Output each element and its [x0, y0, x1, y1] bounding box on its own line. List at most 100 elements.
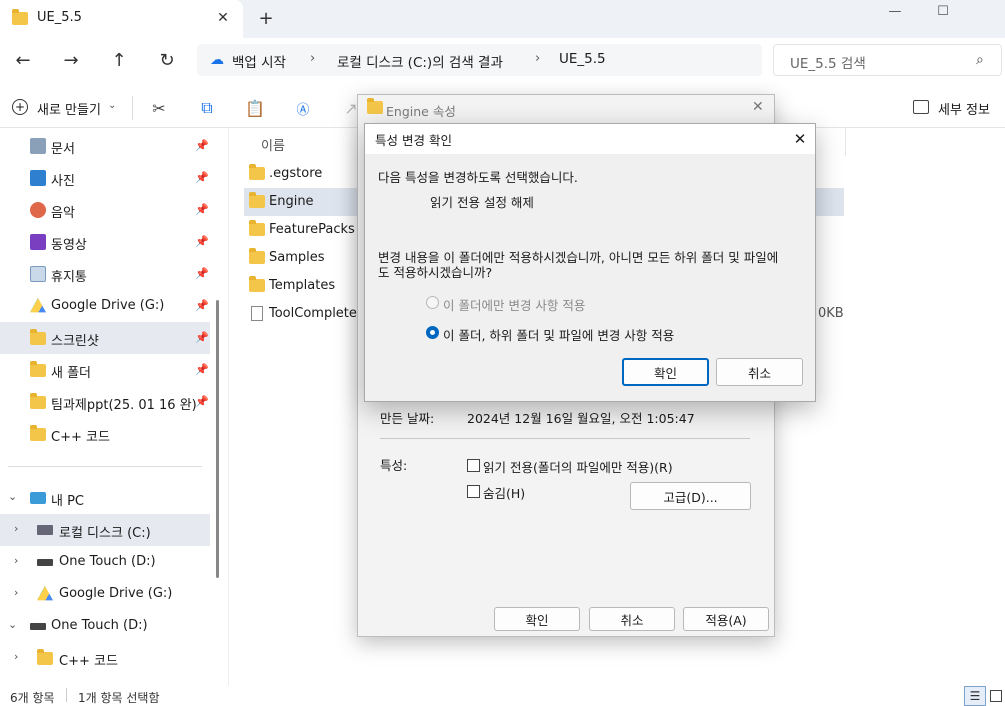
pin-icon: 📌	[195, 171, 209, 184]
confirm-ok-button[interactable]: 확인	[622, 358, 709, 386]
folder-icon	[30, 329, 46, 348]
sidebar-item-label: 팀과제ppt(25. 01 16 완)	[51, 398, 197, 413]
usb-drive-icon	[37, 559, 53, 566]
rename-icon[interactable]: Ⓐ	[292, 98, 314, 118]
chevron-right-icon: ›	[14, 586, 19, 599]
search-input[interactable]: UE_5.5 검색	[790, 52, 866, 72]
up-button[interactable]: ↑	[104, 45, 134, 75]
pin-icon: 📌	[195, 395, 209, 408]
cut-icon[interactable]: ✂	[148, 98, 170, 118]
sidebar-item-documents[interactable]: 문서 📌	[0, 130, 210, 162]
option-this-folder-label: 이 폴더에만 변경 사항 적용	[443, 298, 586, 313]
details-button[interactable]: 세부 정보	[938, 99, 990, 118]
props-ok-button[interactable]: 확인	[494, 607, 580, 631]
properties-title: Engine 속성	[386, 104, 456, 119]
folder-icon	[30, 425, 46, 444]
back-button[interactable]: ←	[8, 45, 38, 75]
readonly-checkbox[interactable]	[467, 459, 480, 472]
details-view-icon[interactable]: ☰	[964, 686, 986, 706]
search-box[interactable]: UE_5.5 검색 ⌕	[773, 44, 1002, 76]
status-divider	[66, 688, 67, 702]
sidebar-item-label: C++ 코드	[51, 430, 110, 445]
tree-item-local-disk-c[interactable]: › 로컬 디스크 (C:)	[0, 514, 210, 546]
computer-icon	[30, 492, 46, 504]
close-icon[interactable]: ✕	[789, 128, 811, 150]
copy-icon[interactable]: ⧉	[196, 98, 218, 118]
close-icon[interactable]: ✕	[752, 99, 764, 115]
file-icon	[251, 306, 263, 321]
tree-item-google-drive-g[interactable]: › Google Drive (G:)	[0, 578, 210, 610]
hidden-checkbox[interactable]	[467, 485, 480, 498]
option-this-folder-radio[interactable]	[426, 296, 439, 309]
folder-icon	[249, 248, 265, 264]
search-icon: ⌕	[976, 52, 984, 68]
sidebar-item-videos[interactable]: 동영상 📌	[0, 226, 210, 258]
folder-icon	[249, 192, 265, 208]
tree-item-one-touch-d[interactable]: › One Touch (D:)	[0, 546, 210, 578]
tab-ue55[interactable]: UE_5.5 ✕	[0, 0, 243, 38]
tiles-view-icon[interactable]	[990, 690, 1002, 702]
tree-item-label: One Touch (D:)	[59, 554, 156, 569]
tab-title: UE_5.5	[37, 10, 82, 25]
sidebar-item-label: 스크린샷	[51, 334, 99, 349]
pin-icon: 📌	[195, 203, 209, 216]
confirm-cancel-button[interactable]: 취소	[716, 358, 803, 386]
chevron-down-icon: ⌄	[108, 100, 117, 111]
minimize-button[interactable]: —	[872, 0, 918, 22]
sidebar-item-label: 동영상	[51, 238, 87, 253]
sidebar-item-label: 휴지통	[51, 270, 87, 285]
folder-icon	[37, 649, 53, 668]
tree-item-label: Google Drive (G:)	[59, 586, 173, 601]
breadcrumb-backup[interactable]: 백업 시작	[232, 51, 286, 71]
advanced-button[interactable]: 고급(D)...	[630, 482, 751, 510]
file-name: FeaturePacks	[269, 222, 355, 237]
chevron-right-icon: ›	[14, 554, 19, 567]
sidebar-item-recycle-bin[interactable]: 휴지통 📌	[0, 258, 210, 290]
selection-count: 1개 항목 선택함	[78, 691, 160, 705]
tree-item-one-touch-d-root[interactable]: ⌄ One Touch (D:)	[0, 610, 210, 642]
drive-icon	[37, 525, 53, 535]
maximize-button[interactable]: ☐	[920, 0, 966, 22]
google-drive-icon	[37, 586, 53, 601]
sidebar-item-label: 문서	[51, 142, 75, 157]
sidebar-item-label: 새 폴더	[51, 366, 92, 381]
new-button[interactable]: 새로 만들기	[37, 99, 101, 118]
tree-item-label: C++ 코드	[59, 654, 118, 669]
item-count: 6개 항목	[10, 691, 55, 705]
attributes-label: 특성:	[380, 458, 408, 473]
column-header-name[interactable]: 이름	[261, 135, 285, 154]
details-pane-icon	[913, 100, 929, 114]
props-apply-button[interactable]: 적용(A)	[683, 607, 769, 631]
sidebar-scrollbar[interactable]	[216, 300, 219, 578]
sidebar-item-label: Google Drive (G:)	[51, 298, 165, 313]
file-name: ToolComplete	[269, 306, 357, 321]
sidebar-item-pictures[interactable]: 사진 📌	[0, 162, 210, 194]
refresh-button[interactable]: ↻	[152, 45, 182, 75]
breadcrumb-current[interactable]: UE_5.5	[559, 51, 606, 67]
change-text: 읽기 전용 설정 해제	[430, 195, 534, 210]
close-tab-icon[interactable]: ✕	[212, 7, 234, 29]
folder-icon	[30, 361, 46, 380]
paste-icon[interactable]: 📋	[244, 98, 266, 118]
folder-icon	[249, 220, 265, 236]
video-icon	[30, 234, 46, 250]
intro-text: 다음 특성을 변경하도록 선택했습니다.	[378, 170, 578, 185]
pictures-icon	[30, 170, 46, 186]
tree-item-this-pc[interactable]: ⌄ 내 PC	[0, 482, 210, 514]
sidebar-item-cpp-code[interactable]: C++ 코드	[0, 418, 210, 450]
breadcrumb-search-results[interactable]: 로컬 디스크 (C:)의 검색 결과	[337, 51, 503, 71]
sidebar-item-team-ppt[interactable]: 팀과제ppt(25. 01 16 완) 📌	[0, 386, 210, 418]
sidebar-item-music[interactable]: 음악 📌	[0, 194, 210, 226]
toolbar-divider	[132, 96, 133, 120]
props-cancel-button[interactable]: 취소	[589, 607, 675, 631]
option-all-radio[interactable]	[426, 326, 439, 339]
new-tab-button[interactable]: +	[254, 6, 278, 30]
sidebar-item-new-folder[interactable]: 새 폴더 📌	[0, 354, 210, 386]
sidebar-item-screenshots[interactable]: 스크린샷 📌	[0, 322, 210, 354]
tree-item-cpp-code[interactable]: › C++ 코드	[0, 642, 210, 674]
sidebar-item-google-drive[interactable]: Google Drive (G:) 📌	[0, 290, 210, 322]
pane-divider	[228, 128, 229, 686]
chevron-down-icon: ⌄	[8, 618, 18, 631]
tree-item-label: 로컬 디스크 (C:)	[59, 526, 151, 541]
forward-button[interactable]: →	[56, 45, 86, 75]
